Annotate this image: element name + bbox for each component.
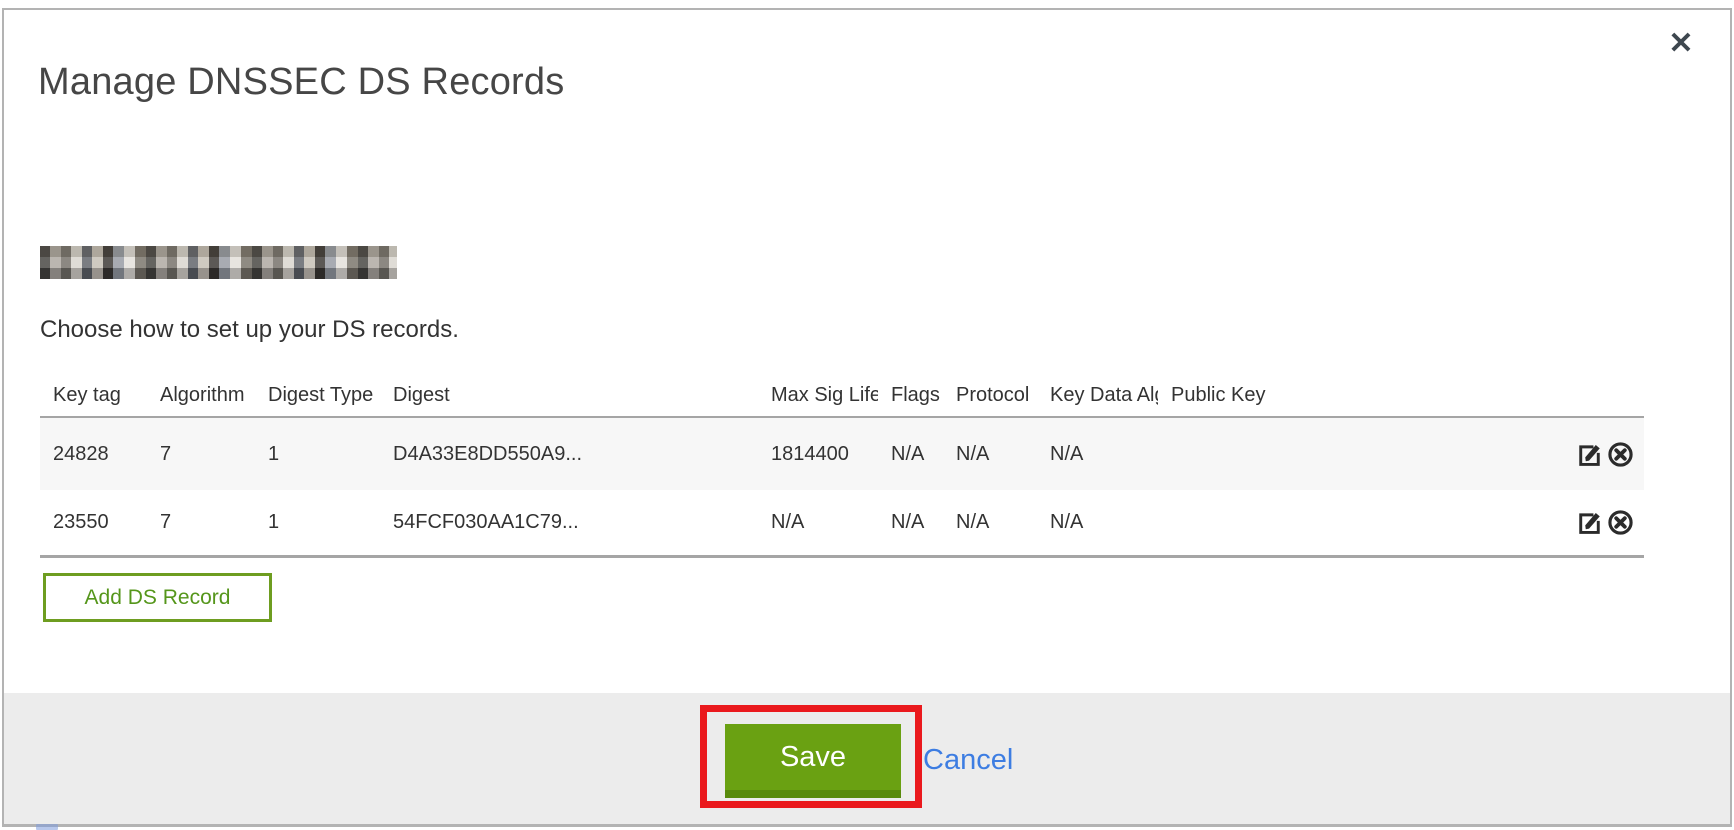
cell-digest-type: 1: [255, 490, 380, 556]
cell-algorithm: 7: [147, 417, 255, 490]
cell-public-key: [1158, 490, 1575, 556]
instruction-text: Choose how to set up your DS records.: [40, 316, 459, 344]
col-header-flags: Flags: [878, 370, 943, 417]
cell-actions: [1575, 490, 1644, 556]
cell-algorithm: 7: [147, 490, 255, 556]
edit-icon: [1576, 509, 1603, 536]
cell-key-tag: 24828: [40, 417, 147, 490]
add-ds-record-label: Add DS Record: [85, 586, 231, 610]
cell-flags: N/A: [878, 417, 943, 490]
manage-dnssec-dialog: Manage DNSSEC DS Records ✕ Choose how to…: [2, 8, 1732, 827]
screenshot-artifact: [36, 824, 58, 830]
add-ds-record-button[interactable]: Add DS Record: [43, 573, 272, 622]
cell-key-tag: 23550: [40, 490, 147, 556]
cell-max-sig-life: 1814400: [758, 417, 878, 490]
cell-digest: 54FCF030AA1C79...: [380, 490, 758, 556]
close-icon: ✕: [1668, 27, 1693, 60]
delete-record-button[interactable]: [1606, 508, 1634, 536]
col-header-digest-type: Digest Type: [255, 370, 380, 417]
delete-record-button[interactable]: [1606, 440, 1634, 468]
col-header-protocol: Protocol: [943, 370, 1037, 417]
cell-protocol: N/A: [943, 417, 1037, 490]
cell-public-key: [1158, 417, 1575, 490]
delete-icon: [1607, 441, 1634, 468]
dialog-title: Manage DNSSEC DS Records: [38, 61, 564, 104]
cancel-link[interactable]: Cancel: [923, 744, 1013, 777]
cell-key-data-alg: N/A: [1037, 417, 1158, 490]
cell-digest: D4A33E8DD550A9...: [380, 417, 758, 490]
cell-key-data-alg: N/A: [1037, 490, 1158, 556]
col-header-algorithm: Algorithm: [147, 370, 255, 417]
table-header-row: Key tag Algorithm Digest Type Digest Max…: [40, 370, 1644, 417]
col-header-key-data-alg: Key Data Alg: [1037, 370, 1158, 417]
edit-record-button[interactable]: [1575, 440, 1603, 468]
edit-record-button[interactable]: [1575, 508, 1603, 536]
edit-icon: [1576, 441, 1603, 468]
save-button[interactable]: Save: [725, 724, 901, 798]
cell-protocol: N/A: [943, 490, 1037, 556]
col-header-actions: [1575, 370, 1644, 417]
cell-digest-type: 1: [255, 417, 380, 490]
col-header-digest: Digest: [380, 370, 758, 417]
col-header-max-sig-life: Max Sig Life: [758, 370, 878, 417]
cell-flags: N/A: [878, 490, 943, 556]
cell-actions: [1575, 417, 1644, 490]
col-header-public-key: Public Key: [1158, 370, 1575, 417]
table-row: 24828 7 1 D4A33E8DD550A9... 1814400 N/A …: [40, 417, 1644, 490]
cell-max-sig-life: N/A: [758, 490, 878, 556]
col-header-key-tag: Key tag: [40, 370, 147, 417]
ds-records-table: Key tag Algorithm Digest Type Digest Max…: [40, 370, 1644, 558]
close-button[interactable]: ✕: [1661, 24, 1701, 64]
delete-icon: [1607, 509, 1634, 536]
table-row: 23550 7 1 54FCF030AA1C79... N/A N/A N/A …: [40, 490, 1644, 556]
redacted-domain-name: [40, 246, 397, 279]
